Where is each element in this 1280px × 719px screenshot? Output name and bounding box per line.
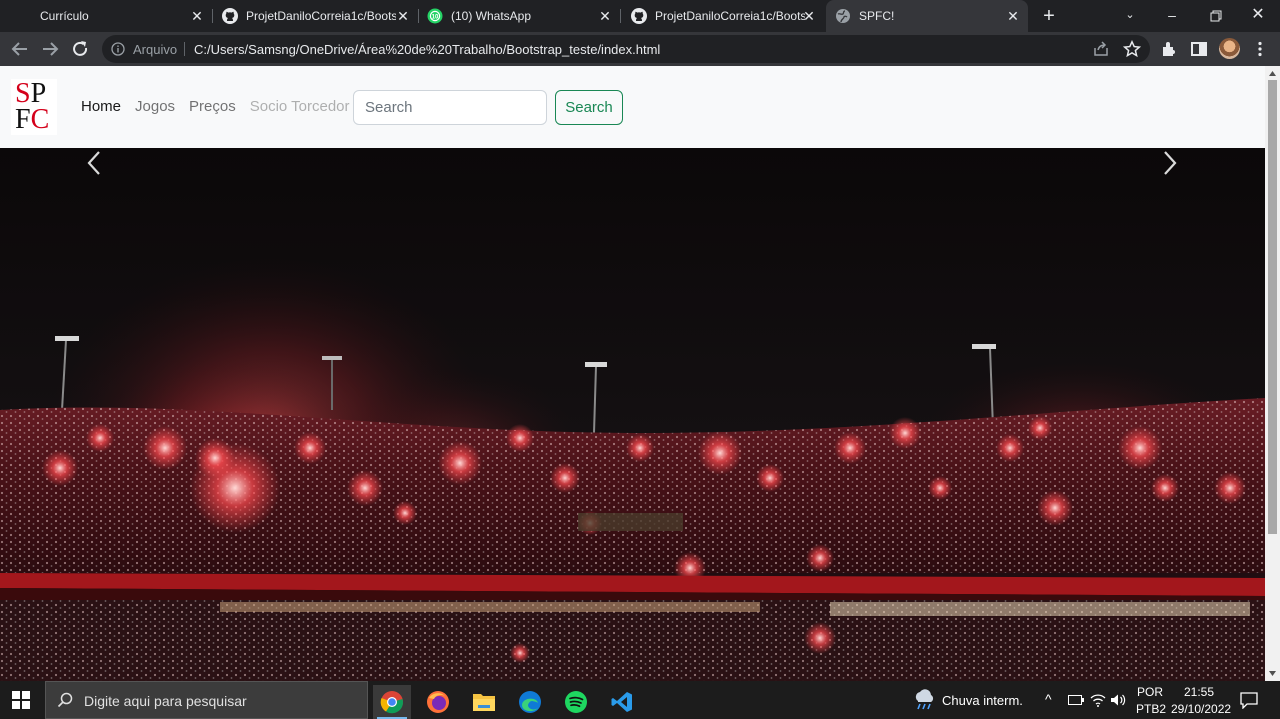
nav-links: Home Jogos Preços Socio Torcedor — [81, 98, 364, 115]
scrollbar-thumb[interactable] — [1268, 80, 1277, 534]
github-icon — [222, 8, 238, 24]
spotify-icon — [565, 691, 587, 713]
nav-jogos[interactable]: Jogos — [135, 98, 175, 115]
tab-spfc[interactable]: SPFC! ✕ — [826, 0, 1028, 32]
taskbar-chrome[interactable] — [373, 685, 411, 719]
side-panel-icon[interactable] — [1190, 40, 1208, 58]
scheme-label: Arquivo — [133, 42, 178, 57]
taskbar-spotify[interactable] — [557, 685, 595, 719]
url-text[interactable]: C:/Users/Samsng/OneDrive/Área%20de%20Tra… — [194, 42, 660, 57]
tab-search-button[interactable]: ⌄ — [1108, 0, 1152, 32]
page-viewport: SP FC Home Jogos Preços Socio Torcedor S… — [0, 66, 1280, 681]
address-bar[interactable]: Arquivo C:/Users/Samsng/OneDrive/Área%20… — [102, 35, 1150, 63]
nav-home[interactable]: Home — [81, 98, 121, 115]
scroll-up-arrow-icon[interactable] — [1268, 69, 1277, 78]
divider — [184, 42, 185, 56]
svg-text:10: 10 — [432, 15, 439, 21]
edge-icon — [519, 691, 541, 713]
nav-socio-torcedor: Socio Torcedor — [249, 98, 350, 115]
close-icon[interactable]: ✕ — [396, 9, 410, 23]
tab-title: SPFC! — [859, 9, 895, 23]
windows-taskbar: Digite aqui para pesquisar Chuva interm.… — [0, 681, 1280, 719]
close-window-button[interactable]: ✕ — [1236, 0, 1280, 32]
weather-label[interactable]: Chuva interm. — [942, 693, 1023, 708]
hero-carousel — [0, 148, 1265, 681]
search-icon — [57, 692, 73, 708]
reload-icon[interactable] — [69, 38, 91, 60]
rain-cloud-icon[interactable] — [912, 689, 936, 711]
forward-icon[interactable] — [39, 38, 61, 60]
close-icon[interactable]: ✕ — [190, 9, 204, 23]
github-icon — [631, 8, 647, 24]
back-icon[interactable] — [9, 38, 31, 60]
logo-row-2: FC — [15, 104, 50, 135]
nav-precos[interactable]: Preços — [189, 98, 236, 115]
kebab-menu-icon[interactable] — [1251, 40, 1269, 58]
browser-toolbar: Arquivo C:/Users/Samsng/OneDrive/Área%20… — [0, 32, 1280, 66]
carousel-prev-icon[interactable] — [82, 148, 106, 178]
taskbar-search-box[interactable]: Digite aqui para pesquisar — [45, 681, 368, 719]
page-scrollbar[interactable] — [1265, 66, 1280, 681]
info-icon[interactable] — [111, 42, 125, 56]
search-button[interactable]: Search — [555, 90, 623, 125]
tab-github-1[interactable]: ProjetDaniloCorreia1c/Bootst ✕ — [214, 0, 419, 32]
minimize-button[interactable]: – — [1150, 0, 1194, 32]
restore-icon — [1210, 10, 1222, 22]
vscode-icon — [611, 692, 632, 712]
stadium-crowd-flares-photo — [0, 148, 1265, 681]
globe-icon — [836, 9, 850, 23]
close-icon[interactable]: ✕ — [802, 9, 816, 23]
tab-curriculo[interactable]: Currículo ✕ — [8, 0, 213, 32]
browser-tab-strip: Currículo ✕ ProjetDaniloCorreia1c/Bootst… — [0, 0, 1280, 32]
language-label[interactable]: POR — [1137, 685, 1163, 699]
taskbar-edge[interactable] — [511, 685, 549, 719]
tab-title: (10) WhatsApp — [451, 9, 532, 23]
tab-separator — [212, 9, 213, 23]
wifi-icon[interactable] — [1090, 693, 1106, 707]
restore-button[interactable] — [1194, 0, 1238, 32]
search-input[interactable] — [353, 90, 547, 125]
volume-icon[interactable] — [1110, 693, 1126, 707]
tab-title: ProjetDaniloCorreia1c/Bootst — [246, 9, 396, 23]
tab-github-2[interactable]: ProjetDaniloCorreia1c/Bootst ✕ — [624, 0, 824, 32]
whatsapp-icon: 10 — [427, 8, 443, 24]
tab-separator — [620, 9, 621, 23]
tab-separator — [418, 9, 419, 23]
windows-start-icon[interactable] — [12, 691, 30, 709]
tab-whatsapp[interactable]: 10 (10) WhatsApp ✕ — [420, 0, 621, 32]
taskbar-firefox[interactable] — [419, 685, 457, 719]
battery-icon[interactable] — [1068, 695, 1084, 705]
tab-title: ProjetDaniloCorreia1c/Bootst — [655, 9, 805, 23]
scroll-down-arrow-icon[interactable] — [1268, 669, 1277, 678]
taskbar-search-placeholder: Digite aqui para pesquisar — [84, 693, 247, 709]
keyboard-layout-label[interactable]: PTB2 — [1136, 702, 1166, 716]
firefox-icon — [427, 691, 449, 713]
spfc-logo[interactable]: SP FC — [11, 79, 57, 135]
close-icon[interactable]: ✕ — [1006, 9, 1020, 23]
notifications-icon[interactable] — [1240, 692, 1258, 709]
close-icon[interactable]: ✕ — [598, 9, 612, 23]
folder-icon — [473, 694, 495, 711]
carousel-next-icon[interactable] — [1158, 148, 1182, 178]
extensions-icon[interactable] — [1160, 40, 1178, 58]
bookmark-star-icon[interactable] — [1123, 40, 1141, 58]
taskbar-vscode[interactable] — [603, 685, 641, 719]
profile-avatar[interactable] — [1219, 38, 1240, 59]
chrome-icon — [380, 691, 404, 714]
logo-row-1: SP — [15, 78, 47, 109]
clock-time[interactable]: 21:55 — [1184, 685, 1214, 699]
share-icon[interactable] — [1092, 40, 1110, 58]
new-tab-button[interactable]: + — [1038, 5, 1060, 27]
site-navbar: SP FC Home Jogos Preços Socio Torcedor S… — [0, 66, 1265, 148]
clock-date[interactable]: 29/10/2022 — [1171, 702, 1231, 716]
taskbar-file-explorer[interactable] — [465, 685, 503, 719]
tab-title: Currículo — [40, 9, 89, 23]
chevron-up-icon[interactable]: ^ — [1045, 691, 1052, 707]
